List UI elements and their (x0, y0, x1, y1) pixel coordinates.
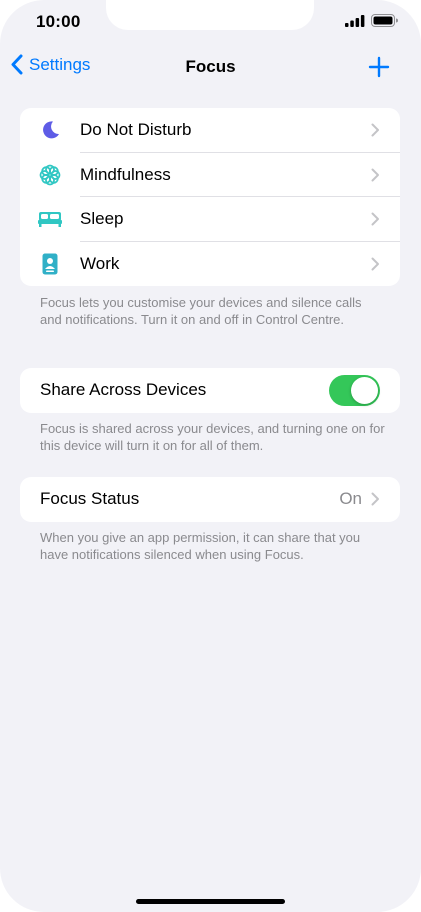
page-title: Focus (185, 57, 236, 76)
bed-icon (38, 212, 62, 228)
status-bar: 10:00 (0, 0, 421, 46)
focus-mode-label: Mindfulness (80, 164, 171, 184)
focus-mode-label: Sleep (80, 209, 124, 229)
focus-modes-list: Do Not Disturb Mindfulness Sleep Work (20, 108, 400, 286)
status-time: 10:00 (36, 12, 81, 31)
moon-icon (43, 121, 59, 139)
id-badge-icon (42, 253, 58, 275)
share-description: Focus is shared across your devices, and… (40, 421, 385, 453)
toggle-knob (351, 377, 378, 404)
share-across-devices-toggle[interactable] (329, 375, 380, 406)
chevron-right-icon (371, 257, 379, 271)
focus-mode-sleep[interactable]: Sleep (20, 197, 400, 242)
share-across-devices-group: Share Across Devices (20, 368, 400, 413)
focus-status-value: On (339, 489, 362, 509)
chevron-right-icon (371, 212, 379, 226)
share-across-devices-row: Share Across Devices (20, 368, 400, 413)
focus-mode-do-not-disturb[interactable]: Do Not Disturb (20, 108, 400, 153)
focus-description: Focus lets you customise your devices an… (40, 295, 362, 327)
battery-icon (371, 14, 398, 27)
chevron-right-icon (371, 123, 379, 137)
phone-screen: 10:00 Settings Focus Do Not Disturb Mind… (0, 0, 421, 912)
status-icons (345, 14, 399, 27)
signal-icon (345, 14, 365, 27)
focus-mode-mindfulness[interactable]: Mindfulness (20, 153, 400, 198)
focus-status-description: When you give an app permission, it can … (40, 530, 361, 562)
focus-mode-work[interactable]: Work (20, 242, 400, 287)
focus-status-row[interactable]: Focus Status On (20, 477, 400, 522)
notch (106, 0, 314, 30)
focus-mode-label: Work (80, 253, 120, 273)
chevron-right-icon (371, 492, 379, 506)
chevron-right-icon (371, 168, 379, 182)
navigation-bar: Settings Focus (0, 50, 421, 86)
home-indicator[interactable] (136, 899, 285, 904)
add-focus-button[interactable] (367, 55, 391, 79)
focus-mode-label: Do Not Disturb (80, 120, 192, 140)
flower-icon (39, 164, 61, 186)
focus-status-group: Focus Status On (20, 477, 400, 522)
